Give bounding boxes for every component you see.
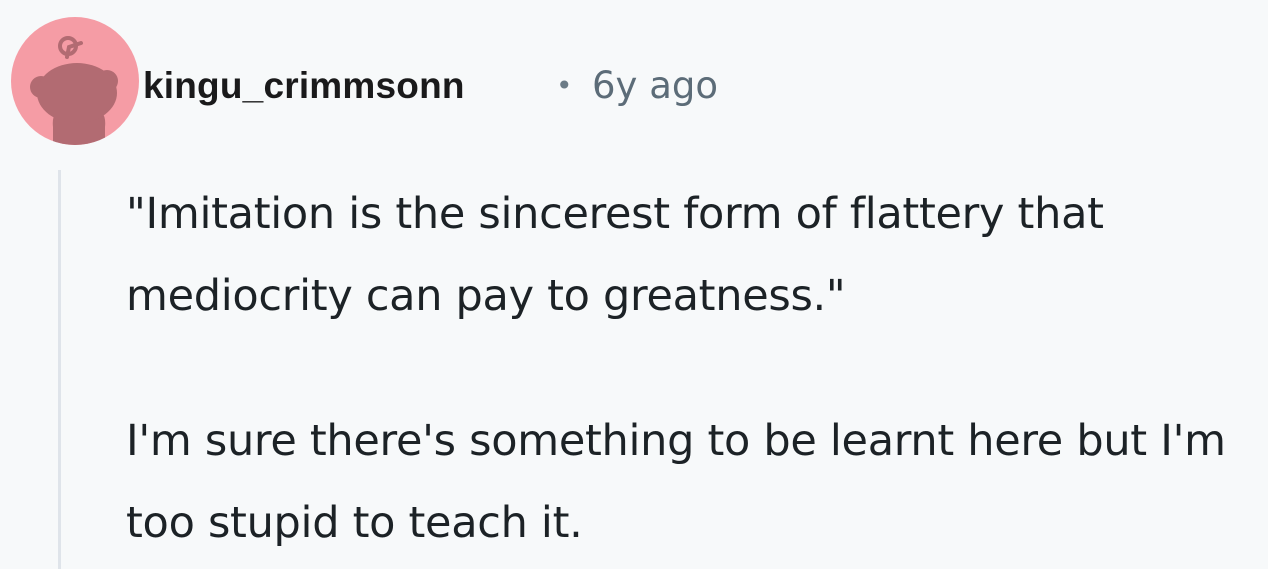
thread-line[interactable] [58,170,61,569]
comment-timestamp[interactable]: 6y ago [592,62,718,110]
comment-author[interactable]: kingu_crimmsonn [143,62,465,110]
comment-paragraph: I'm sure there's something to be learnt … [126,416,1226,548]
separator-dot: • [556,69,573,102]
comment-body: "Imitation is the sincerest form of flat… [126,173,1261,564]
user-avatar[interactable] [11,17,139,145]
comment-paragraph: "Imitation is the sincerest form of flat… [126,189,1104,321]
reddit-snoo-avatar-icon [30,36,118,145]
comment: kingu_crimmsonn • 6y ago "Imitation is t… [0,0,1268,569]
